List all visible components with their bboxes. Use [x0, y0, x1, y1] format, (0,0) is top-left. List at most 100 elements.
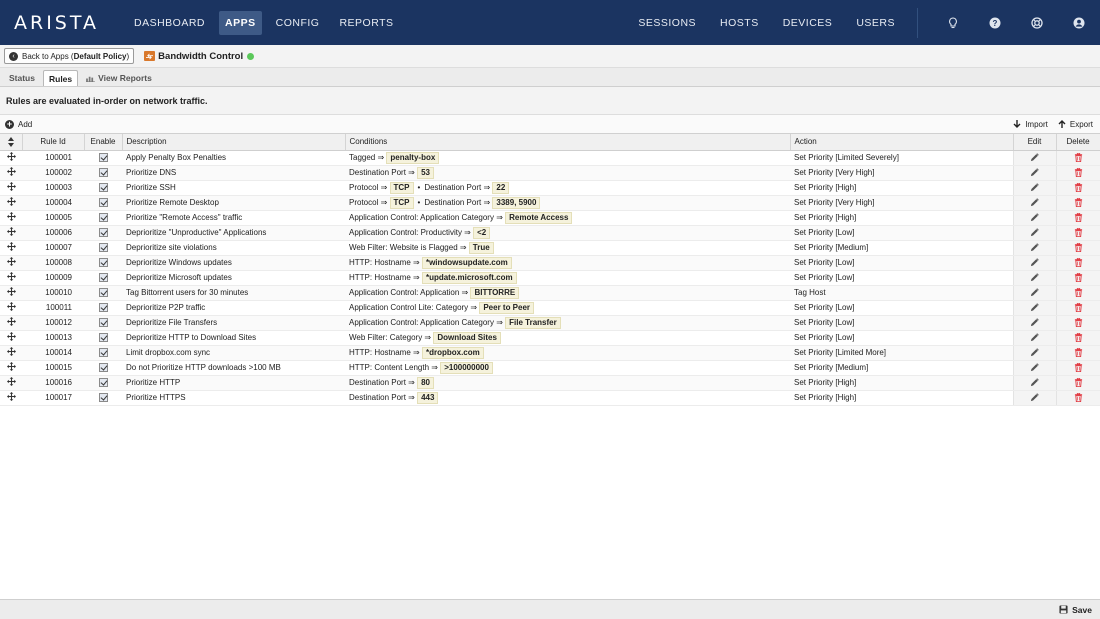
- col-enable[interactable]: Enable: [84, 134, 123, 151]
- rule-row[interactable]: 100017 Prioritize HTTPS Destination Port ⇒…: [0, 390, 1100, 406]
- drag-handle[interactable]: [0, 390, 22, 406]
- drag-handle[interactable]: [0, 240, 22, 256]
- nav-config[interactable]: CONFIG: [270, 11, 326, 35]
- delete-button[interactable]: [1055, 210, 1100, 226]
- enable-checkbox[interactable]: [98, 363, 108, 373]
- tab-rules[interactable]: Rules: [42, 70, 79, 86]
- back-to-apps-button[interactable]: ‹ Back to Apps (Default Policy): [4, 48, 135, 64]
- drag-handle[interactable]: [0, 225, 22, 241]
- enable-checkbox[interactable]: [98, 288, 108, 298]
- tab-status[interactable]: Status: [4, 70, 40, 86]
- enable-checkbox[interactable]: [98, 378, 108, 388]
- nav-dashboard[interactable]: DASHBOARD: [128, 11, 211, 35]
- delete-button[interactable]: [1055, 240, 1100, 256]
- drag-handle[interactable]: [0, 195, 22, 211]
- edit-button[interactable]: [1012, 240, 1056, 256]
- edit-button[interactable]: [1012, 225, 1056, 241]
- delete-button[interactable]: [1055, 225, 1100, 241]
- drag-handle[interactable]: [0, 180, 22, 196]
- export-button[interactable]: Export: [1058, 120, 1093, 129]
- help-icon[interactable]: ?: [988, 16, 1002, 30]
- rule-row[interactable]: 100003 Prioritize SSH Protocol ⇒ TCP • Desti…: [0, 180, 1100, 196]
- nav-users[interactable]: USERS: [850, 11, 901, 35]
- rule-row[interactable]: 100013 Deprioritize HTTP to Download Site…: [0, 330, 1100, 346]
- drag-handle[interactable]: [0, 345, 22, 361]
- drag-handle[interactable]: [0, 300, 22, 316]
- col-conditions[interactable]: Conditions: [345, 134, 791, 151]
- rule-row[interactable]: 100015 Do not Prioritize HTTP downloads >…: [0, 360, 1100, 376]
- drag-handle[interactable]: [0, 150, 22, 166]
- edit-button[interactable]: [1012, 375, 1056, 391]
- col-rule-id[interactable]: Rule Id: [22, 134, 85, 151]
- edit-button[interactable]: [1012, 165, 1056, 181]
- enable-checkbox[interactable]: [98, 168, 108, 178]
- nav-sessions[interactable]: SESSIONS: [632, 11, 702, 35]
- drag-handle[interactable]: [0, 315, 22, 331]
- save-button[interactable]: Save: [1059, 605, 1092, 615]
- enable-checkbox[interactable]: [98, 183, 108, 193]
- arista-logo[interactable]: ARISTA: [14, 12, 114, 34]
- reorder-column-header[interactable]: [0, 134, 23, 151]
- col-description[interactable]: Description: [122, 134, 346, 151]
- rule-row[interactable]: 100001 Apply Penalty Box Penalties Tagged …: [0, 150, 1100, 166]
- enable-checkbox[interactable]: [98, 198, 108, 208]
- drag-handle[interactable]: [0, 255, 22, 271]
- delete-button[interactable]: [1055, 270, 1100, 286]
- rule-row[interactable]: 100010 Tag Bittorrent users for 30 minute…: [0, 285, 1100, 301]
- delete-button[interactable]: [1055, 390, 1100, 406]
- delete-button[interactable]: [1055, 195, 1100, 211]
- lightbulb-icon[interactable]: [946, 16, 960, 30]
- enable-checkbox[interactable]: [98, 318, 108, 328]
- rule-row[interactable]: 100008 Deprioritize Windows updates HTTP: …: [0, 255, 1100, 271]
- rule-row[interactable]: 100009 Deprioritize Microsoft updates HTTP…: [0, 270, 1100, 286]
- drag-handle[interactable]: [0, 330, 22, 346]
- col-edit[interactable]: Edit: [1013, 134, 1057, 151]
- edit-button[interactable]: [1012, 180, 1056, 196]
- col-delete[interactable]: Delete: [1056, 134, 1100, 151]
- nav-apps[interactable]: APPS: [219, 10, 262, 35]
- edit-button[interactable]: [1012, 195, 1056, 211]
- delete-button[interactable]: [1055, 255, 1100, 271]
- edit-button[interactable]: [1012, 360, 1056, 376]
- delete-button[interactable]: [1055, 285, 1100, 301]
- enable-checkbox[interactable]: [98, 333, 108, 343]
- delete-button[interactable]: [1055, 330, 1100, 346]
- drag-handle[interactable]: [0, 285, 22, 301]
- enable-checkbox[interactable]: [98, 393, 108, 403]
- enable-checkbox[interactable]: [98, 303, 108, 313]
- delete-button[interactable]: [1055, 165, 1100, 181]
- delete-button[interactable]: [1055, 360, 1100, 376]
- col-action[interactable]: Action: [790, 134, 1014, 151]
- drag-handle[interactable]: [0, 375, 22, 391]
- drag-handle[interactable]: [0, 210, 22, 226]
- drag-handle[interactable]: [0, 165, 22, 181]
- edit-button[interactable]: [1012, 300, 1056, 316]
- enable-checkbox[interactable]: [98, 258, 108, 268]
- delete-button[interactable]: [1055, 150, 1100, 166]
- edit-button[interactable]: [1012, 270, 1056, 286]
- delete-button[interactable]: [1055, 375, 1100, 391]
- rule-row[interactable]: 100007 Deprioritize site violations Web Fi…: [0, 240, 1100, 256]
- enable-checkbox[interactable]: [98, 273, 108, 283]
- edit-button[interactable]: [1012, 345, 1056, 361]
- rule-row[interactable]: 100014 Limit dropbox.com sync HTTP: Hostna…: [0, 345, 1100, 361]
- delete-button[interactable]: [1055, 345, 1100, 361]
- enable-checkbox[interactable]: [98, 228, 108, 238]
- delete-button[interactable]: [1055, 315, 1100, 331]
- edit-button[interactable]: [1012, 150, 1056, 166]
- drag-handle[interactable]: [0, 270, 22, 286]
- enable-checkbox[interactable]: [98, 213, 108, 223]
- rule-row[interactable]: 100012 Deprioritize File Transfers Applica…: [0, 315, 1100, 331]
- edit-button[interactable]: [1012, 330, 1056, 346]
- edit-button[interactable]: [1012, 285, 1056, 301]
- rule-row[interactable]: 100006 Deprioritize "Unproductive" Applic…: [0, 225, 1100, 241]
- support-icon[interactable]: [1030, 16, 1044, 30]
- tab-view-reports[interactable]: View Reports: [81, 70, 157, 86]
- import-button[interactable]: Import: [1013, 120, 1048, 129]
- add-rule-button[interactable]: + Add: [5, 119, 32, 129]
- drag-handle[interactable]: [0, 360, 22, 376]
- enable-checkbox[interactable]: [98, 243, 108, 253]
- rule-row[interactable]: 100005 Prioritize "Remote Access" traffic…: [0, 210, 1100, 226]
- nav-devices[interactable]: DEVICES: [777, 11, 839, 35]
- enable-checkbox[interactable]: [98, 153, 108, 163]
